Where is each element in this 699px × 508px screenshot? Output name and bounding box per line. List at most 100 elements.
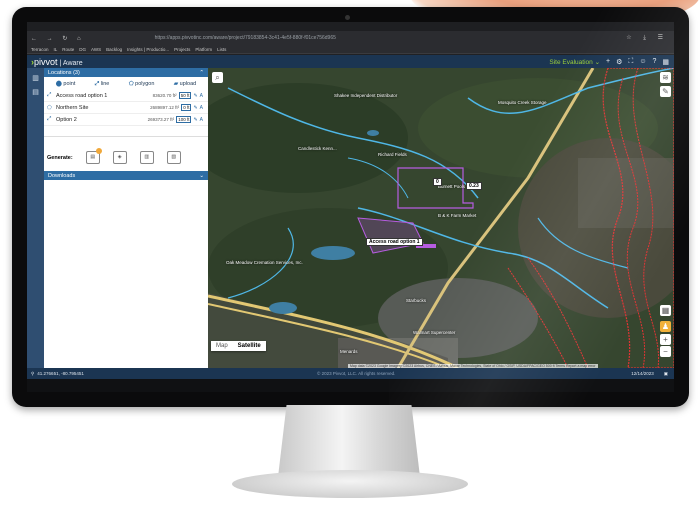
tool-upload[interactable]: ▰ upload (174, 81, 196, 88)
bookmark-item[interactable]: Insights | Productio... (127, 47, 169, 52)
tool-label: polygon (135, 81, 155, 87)
generate-row: Generate: ▤ ◈ ▥ ▧ (44, 136, 208, 168)
upload-icon: ▰ (173, 81, 179, 87)
buffer-input[interactable]: 100 ft (176, 116, 192, 123)
label-icon[interactable]: A (200, 105, 203, 111)
location-area: 269373.27 ft² (147, 117, 175, 122)
tool-point[interactable]: ⬤ point (56, 81, 76, 88)
apps-grid-icon[interactable]: ▦ (662, 58, 669, 66)
buffer-input[interactable]: 0 ft (181, 104, 192, 111)
camera-dot (345, 15, 350, 20)
date-text: 12/14/2023 (631, 371, 654, 376)
gear-icon[interactable]: ⚙ (616, 58, 622, 66)
draw-tools: ⬤ point ⤢ line ⬠ polygon ▰ upload (44, 77, 208, 90)
monitor-stand-base (232, 470, 468, 498)
locations-panel: Locations (3) ⌃ ⬤ point ⤢ line ⬠ polygon… (44, 68, 208, 368)
bookmark-item[interactable]: Backlog (106, 47, 122, 52)
generate-document-icon[interactable]: ▥ (139, 151, 154, 164)
map-place-label[interactable]: Menards (340, 349, 358, 354)
label-icon[interactable]: A (200, 93, 203, 99)
user-icon[interactable]: ☺ (639, 58, 646, 66)
bookmark-item[interactable]: Lists (217, 47, 226, 52)
location-row[interactable]: ⤢ Access road option 1 83620.70 ft² 50 f… (44, 90, 208, 102)
bookmarks-bar: Terracon IL Route DG AWS Backlog Insight… (27, 45, 674, 54)
zoom-out-icon[interactable]: − (660, 346, 671, 357)
nav-buttons[interactable]: ← → ↻ ⌂ (31, 35, 85, 42)
draw-icon[interactable]: ✎ (660, 86, 671, 97)
copyright-text: © 2023 Pivvot, LLC. All rights reserved. (317, 371, 396, 376)
buffer-input[interactable]: 50 ft (178, 92, 192, 99)
map-type-map[interactable]: Map (211, 341, 233, 351)
address-bar: ← → ↻ ⌂ https://apps.pivvotinc.com/aware… (27, 31, 674, 45)
bookmark-item[interactable]: Terracon (31, 47, 49, 52)
map-place-label[interactable]: Oak Meadow Cremation Services, Inc. (226, 260, 303, 265)
help-icon[interactable]: ? (652, 58, 656, 66)
generate-layers-icon[interactable]: ◈ (112, 151, 127, 164)
edit-icon[interactable]: ✎ (193, 117, 197, 123)
chevron-down-icon[interactable]: ⌄ (199, 173, 204, 179)
bookmark-item[interactable]: Projects (174, 47, 190, 52)
app-header: ›pivvot | Aware Site Evaluation ⌄ + ⚙ ⛶ ☺… (27, 55, 674, 68)
line-icon: ⤢ (47, 116, 52, 122)
location-row[interactable]: ⬠ Northern Site 2689897.12 ft² 0 ft ✎ A (44, 102, 208, 114)
measure-callout[interactable]: 0 (433, 178, 442, 186)
map-place-label[interactable]: Shakee Independent Distributor (334, 93, 397, 98)
pegman-icon[interactable]: ♟ (660, 321, 671, 332)
map-place-label[interactable]: Burnett Pools (438, 184, 465, 189)
zoom-in-icon[interactable]: + (660, 334, 671, 345)
calendar-icon[interactable]: ▣ (664, 371, 668, 377)
search-icon[interactable]: ⌕ (212, 72, 223, 83)
url-text[interactable]: https://apps.pivvotinc.com/aware/project… (155, 35, 336, 41)
map-place-label[interactable]: Candlestick Kenn... (298, 146, 337, 151)
tool-label: point (63, 81, 76, 87)
expand-icon[interactable]: ⛶ (628, 58, 633, 66)
location-area: 83620.70 ft² (152, 93, 177, 98)
label-icon[interactable]: A (200, 117, 203, 123)
bookmark-item[interactable]: Platform (195, 47, 212, 52)
locations-header[interactable]: Locations (3) ⌃ (44, 68, 208, 77)
view-selector[interactable]: Site Evaluation ⌄ (549, 58, 600, 66)
browser-toolbar-icons[interactable]: ☆ ⤓ ☰ (626, 34, 668, 42)
locations-title: Locations (3) (48, 69, 80, 76)
map-place-label[interactable]: Walmart Supercenter (413, 330, 455, 335)
bookmark-item[interactable]: Route (62, 47, 74, 52)
notification-dot (95, 148, 102, 154)
tool-line[interactable]: ⤢ line (95, 81, 110, 88)
monitor-stand-neck (278, 405, 420, 477)
bookmark-item[interactable]: DG (79, 47, 86, 52)
layers-icon[interactable]: ≋ (660, 72, 671, 83)
map-type-satellite[interactable]: Satellite (233, 341, 266, 351)
point-icon: ⬤ (55, 81, 62, 87)
line-icon: ⤢ (47, 92, 52, 98)
map-place-label[interactable]: Starbucks (406, 298, 426, 303)
map-place-label[interactable]: Mosquito Creek Storage (498, 100, 547, 105)
map-icon[interactable]: ▥ (27, 74, 44, 82)
browser-tab-strip (27, 22, 674, 31)
edit-icon[interactable]: ✎ (193, 93, 197, 99)
bookmark-item[interactable]: IL (54, 47, 58, 52)
app-logo[interactable]: ›pivvot | Aware (31, 57, 83, 67)
measure-callout[interactable]: 0.23 (466, 182, 482, 190)
report-icon[interactable]: ▤ (27, 88, 44, 96)
tool-label: line (100, 81, 110, 87)
generate-report-icon[interactable]: ▤ (85, 148, 102, 164)
edit-icon[interactable]: ✎ (193, 105, 197, 111)
map-type-toggle: Map Satellite (211, 341, 266, 351)
downloads-title: Downloads (48, 172, 76, 179)
location-callout[interactable]: Access road option 1 (366, 238, 423, 246)
grid-icon[interactable]: ▦ (660, 305, 671, 316)
map-place-label[interactable]: B & K Farm Market (438, 213, 476, 218)
chevron-up-icon[interactable]: ⌃ (199, 70, 204, 76)
add-icon[interactable]: + (606, 58, 610, 66)
product-name: | Aware (59, 59, 83, 67)
location-name: Option 2 (56, 116, 77, 123)
map-place-label[interactable]: Richard Fields (378, 152, 407, 157)
bookmark-item[interactable]: AWS (91, 47, 101, 52)
map-imagery (208, 68, 674, 368)
map-view[interactable]: Shakee Independent Distributor Mosquito … (208, 68, 674, 368)
generate-export-icon[interactable]: ▧ (166, 151, 181, 164)
location-row[interactable]: ⤢ Option 2 269373.27 ft² 100 ft ✎ A (44, 114, 208, 126)
downloads-header[interactable]: Downloads ⌄ (44, 171, 208, 180)
location-name: Access road option 1 (56, 92, 108, 99)
tool-polygon[interactable]: ⬠ polygon (129, 81, 155, 88)
